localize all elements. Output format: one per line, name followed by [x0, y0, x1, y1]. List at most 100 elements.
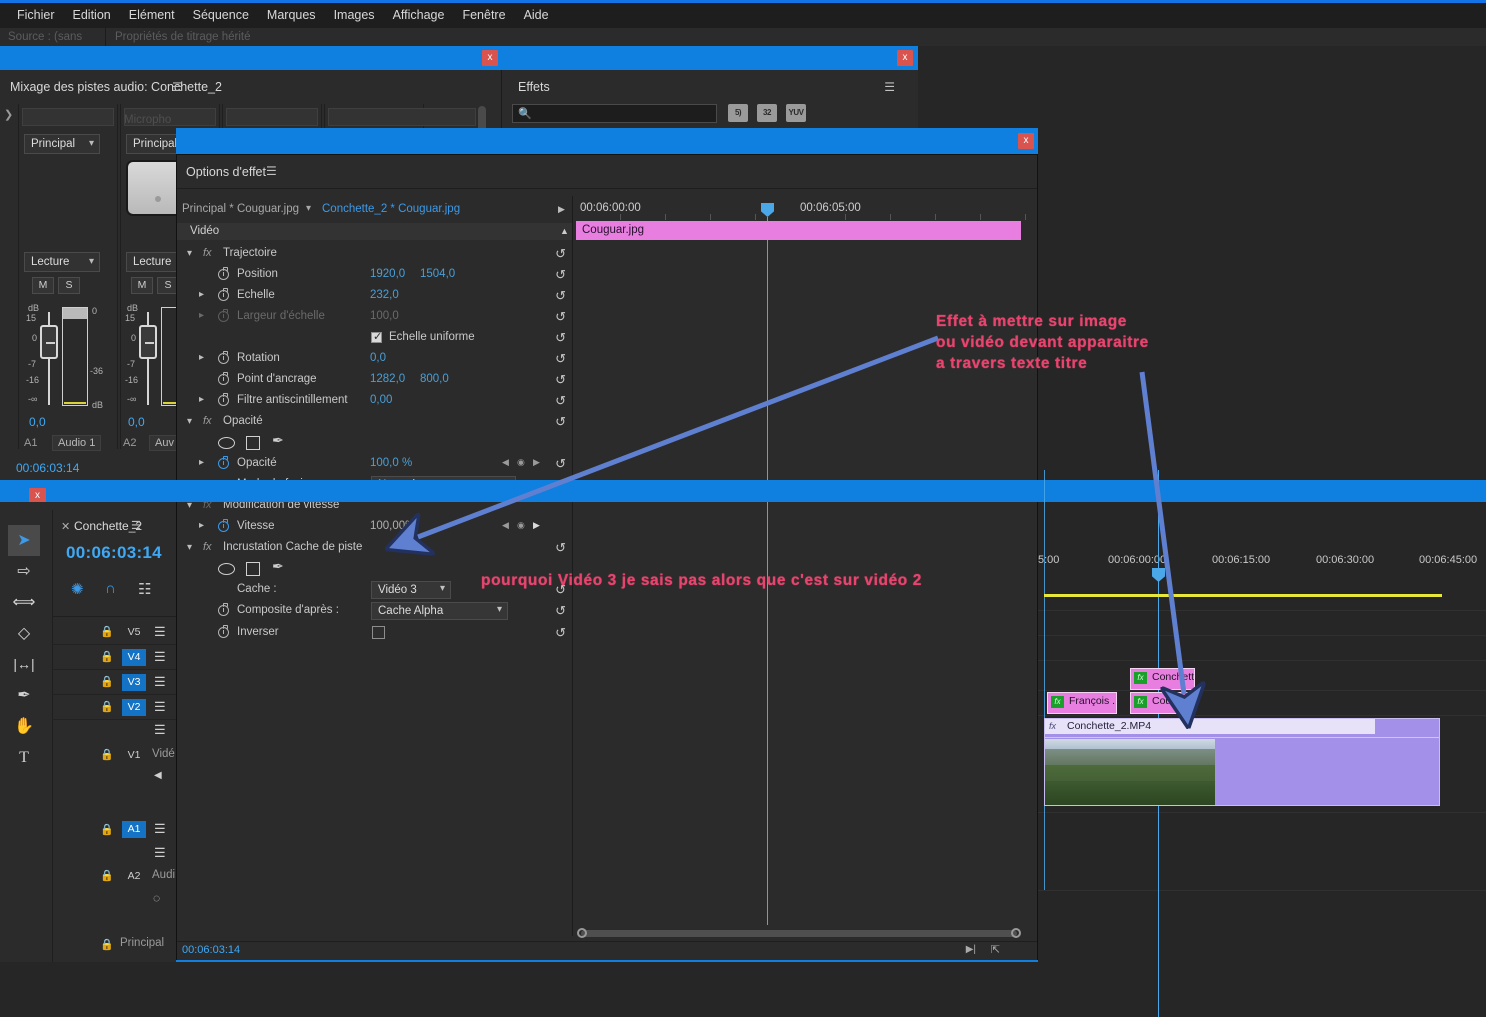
effect-group-incrustation-cache-piste[interactable]: ▾ fx Incrustation Cache de piste ↺: [177, 537, 572, 558]
32-bit-color-icon[interactable]: 32: [757, 104, 777, 122]
fader-thumb-a1[interactable]: [40, 325, 58, 359]
param-echelle[interactable]: ▸ Echelle 232,0 ↺: [177, 285, 572, 306]
fader-thumb-a2[interactable]: [139, 325, 157, 359]
chevron-right-icon[interactable]: ▸: [199, 520, 204, 531]
reset-icon[interactable]: ↺: [555, 288, 566, 304]
param-point-ancrage[interactable]: Point d'ancrage 1282,0 800,0 ↺: [177, 369, 572, 390]
track-header-principal[interactable]: 🔒 Principal: [52, 933, 176, 957]
hamburger-icon[interactable]: ☰: [266, 164, 277, 178]
menu-item-sequence[interactable]: Séquence: [184, 3, 258, 28]
chevron-up-icon[interactable]: ▲: [560, 226, 569, 236]
effect-controls-clip-name[interactable]: Conchette_2 * Couguar.jpg: [322, 203, 460, 215]
reset-icon[interactable]: ↺: [555, 603, 566, 619]
audio-mixer-window-titlebar[interactable]: x: [0, 46, 502, 70]
stopwatch-icon[interactable]: [218, 518, 229, 532]
mute-button-a1[interactable]: M: [32, 277, 54, 294]
selection-tool-icon[interactable]: ➤: [8, 525, 40, 556]
track-header-a2[interactable]: ☰ 🔒 A2 Audi ◌: [52, 843, 176, 905]
effect-controls-window-titlebar[interactable]: x: [176, 128, 1038, 154]
stopwatch-icon[interactable]: [218, 602, 229, 616]
sync-lock-icon[interactable]: ☰: [154, 649, 166, 665]
cache-select[interactable]: Vidéo 3 ▾: [371, 581, 451, 599]
next-keyframe-icon[interactable]: ▶: [533, 457, 540, 468]
close-icon[interactable]: x: [897, 50, 913, 66]
linked-selection-icon[interactable]: ∩: [105, 580, 116, 597]
timeline-playhead-timecode[interactable]: 00:06:03:14: [66, 543, 162, 563]
sync-lock-icon[interactable]: ☰: [154, 674, 166, 690]
lock-icon[interactable]: 🔒: [100, 938, 114, 951]
hamburger-icon[interactable]: ☰: [172, 80, 183, 94]
tab-source[interactable]: Source : (sans: [8, 31, 82, 43]
previous-keyframe-icon[interactable]: ◀: [502, 520, 509, 531]
param-filtre-antiscintillement[interactable]: ▸ Filtre antiscintillement 0,00 ↺: [177, 390, 572, 411]
effect-slot-3[interactable]: [226, 108, 318, 126]
reset-icon[interactable]: ↺: [555, 330, 566, 346]
timeline-window-titlebar[interactable]: [0, 480, 1486, 502]
add-keyframe-icon[interactable]: ◉: [517, 520, 525, 531]
hamburger-icon[interactable]: ☰: [884, 80, 895, 94]
chevron-right-icon[interactable]: ▸: [199, 310, 204, 321]
param-echelle-uniforme[interactable]: Echelle uniforme ↺: [177, 327, 572, 348]
lock-icon[interactable]: 🔒: [100, 700, 114, 713]
play-button-icon[interactable]: ▶|: [966, 944, 976, 955]
lock-icon[interactable]: 🔒: [100, 650, 114, 663]
clip-couguar[interactable]: fx Couguar: [1130, 692, 1195, 714]
lock-icon[interactable]: 🔒: [100, 869, 114, 882]
next-keyframe-icon[interactable]: ▶: [533, 520, 540, 531]
chevron-right-icon[interactable]: ▸: [199, 394, 204, 405]
param-position-value-y[interactable]: 1504,0: [420, 268, 455, 280]
param-position[interactable]: Position 1920,0 1504,0 ↺: [177, 264, 572, 285]
menu-item-fenetre[interactable]: Fenêtre: [453, 3, 514, 28]
snap-magnet-icon[interactable]: ✺: [71, 580, 84, 598]
clip-conchette-2-mp4[interactable]: fx Conchette_2.MP4: [1044, 718, 1440, 806]
chevron-down-icon[interactable]: ▾: [306, 203, 311, 214]
reset-icon[interactable]: ↺: [555, 246, 566, 262]
reset-icon[interactable]: ↺: [555, 372, 566, 388]
reset-icon[interactable]: ↺: [555, 309, 566, 325]
menu-item-affichage[interactable]: Affichage: [384, 3, 454, 28]
lock-icon[interactable]: 🔒: [100, 823, 114, 836]
chevron-right-icon[interactable]: ▸: [199, 289, 204, 300]
param-opacite-value[interactable]: 100,0 %: [370, 457, 412, 469]
tab-legacy-title-properties[interactable]: Propriétés de titrage hérité: [115, 31, 251, 43]
stopwatch-icon[interactable]: [218, 392, 229, 406]
effects-window-titlebar[interactable]: x: [502, 46, 918, 70]
reset-icon[interactable]: ↺: [555, 456, 566, 472]
track-target-v2[interactable]: V2: [122, 699, 146, 716]
clip-francois[interactable]: fx François .: [1047, 692, 1117, 714]
effect-group-opacite[interactable]: ▾ fx Opacité ↺: [177, 411, 572, 432]
param-rotation[interactable]: ▸ Rotation 0,0 ↺: [177, 348, 572, 369]
add-keyframe-icon[interactable]: ◉: [517, 457, 525, 468]
track-target-v1[interactable]: V1: [122, 747, 146, 764]
chevron-down-icon[interactable]: ▾: [187, 416, 192, 427]
menu-item-fichier[interactable]: Fichier: [8, 3, 64, 28]
horizontal-scrollbar[interactable]: [581, 930, 1017, 937]
effect-slot[interactable]: [22, 108, 114, 126]
reset-icon[interactable]: ↺: [555, 414, 566, 430]
reset-icon[interactable]: ↺: [555, 540, 566, 556]
checkbox-echelle-uniforme[interactable]: [371, 330, 382, 343]
panel-splitter[interactable]: [572, 196, 573, 936]
param-vitesse-value[interactable]: 100,00%: [370, 520, 415, 532]
composite-apres-select[interactable]: Cache Alpha ▾: [371, 602, 508, 620]
stopwatch-icon[interactable]: [218, 455, 229, 469]
param-filtre-antiscintillement-value[interactable]: 0,00: [370, 394, 392, 406]
stopwatch-icon[interactable]: [218, 287, 229, 301]
track-select-forward-icon[interactable]: ⇨: [8, 556, 40, 587]
gain-value-a2[interactable]: 0,0: [128, 415, 145, 429]
param-vitesse[interactable]: ▸ Vitesse 100,00% ◀ ◉ ▶: [177, 516, 572, 537]
accelerated-effect-icon[interactable]: 5): [728, 104, 748, 122]
effect-group-trajectoire[interactable]: ▾ fx Trajectoire ↺: [177, 243, 572, 264]
menu-item-aide[interactable]: Aide: [515, 3, 558, 28]
lock-icon[interactable]: 🔒: [100, 625, 114, 638]
close-icon[interactable]: x: [1018, 133, 1034, 149]
track-header-v2[interactable]: 🔒 V2 ☰: [52, 695, 176, 720]
track-header-v1[interactable]: ☰ 🔒 V1 Vidé ◀: [52, 720, 176, 798]
stopwatch-icon[interactable]: [218, 371, 229, 385]
ellipse-mask-icon[interactable]: [218, 437, 235, 449]
effect-slot-4[interactable]: [328, 108, 476, 126]
lock-icon[interactable]: 🔒: [100, 675, 114, 688]
track-target-v4[interactable]: V4: [122, 649, 146, 666]
track-header-v3[interactable]: 🔒 V3 ☰: [52, 670, 176, 695]
stopwatch-icon[interactable]: [218, 266, 229, 280]
